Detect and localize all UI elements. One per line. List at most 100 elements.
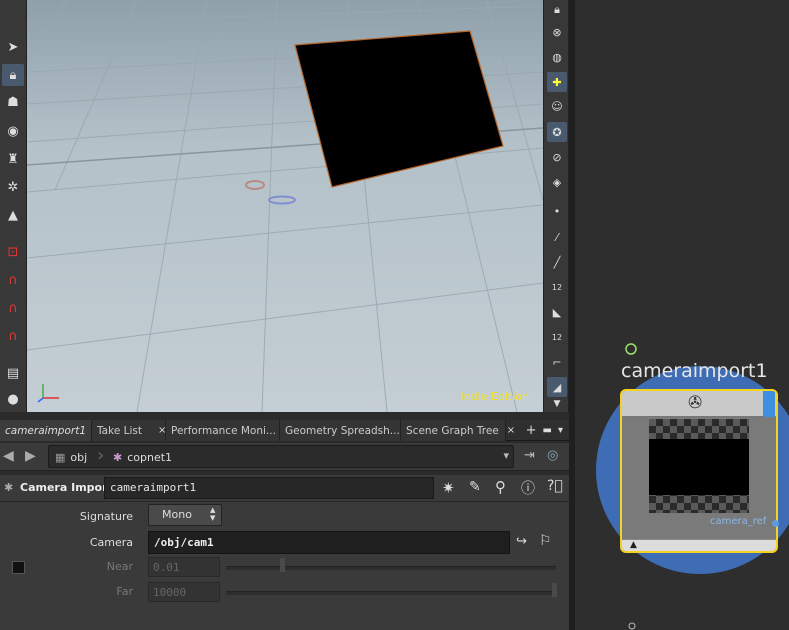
help-icon[interactable]: ?⃝ bbox=[547, 478, 563, 494]
parameter-header: ✱ Camera Import cameraimport1 ✷ ✎ ⚲ ⓘ ?⃝ bbox=[0, 475, 569, 502]
slider-handle[interactable] bbox=[552, 583, 557, 597]
scroll-down-icon[interactable]: ▼ bbox=[547, 398, 567, 410]
output-label: camera_ref bbox=[710, 516, 767, 527]
point-icon[interactable]: • bbox=[547, 201, 567, 221]
node-footer: ▲ bbox=[622, 539, 776, 551]
skeleton-icon[interactable]: ✲ bbox=[2, 176, 24, 198]
magnet-grab-icon[interactable]: ∩ bbox=[2, 297, 24, 319]
tab-take-list[interactable]: Take List × bbox=[92, 420, 166, 441]
scene-viewport[interactable]: Indie Edition bbox=[27, 0, 543, 412]
node-type-icon: ✱ bbox=[4, 481, 14, 494]
slider-handle[interactable] bbox=[280, 558, 285, 572]
near-label: Near bbox=[106, 560, 133, 573]
network-editor[interactable]: cameraimport1 ✇ ▲ camera_ref bbox=[575, 0, 789, 630]
magnet-drag-icon[interactable]: ⊡ bbox=[2, 241, 24, 263]
camera-image-plane bbox=[294, 30, 504, 188]
tab-cameraimport1[interactable]: cameraimport1× bbox=[0, 420, 102, 441]
path-dropdown-icon[interactable]: ▾ bbox=[503, 449, 509, 462]
ghost-icon[interactable]: ☺ bbox=[547, 96, 567, 116]
pane-menu-icon[interactable]: ▾ bbox=[558, 425, 563, 436]
wire-dot bbox=[628, 622, 636, 630]
operator-chooser-icon[interactable]: ⚐ bbox=[539, 533, 552, 549]
angle-icon[interactable]: ⌐ bbox=[547, 352, 567, 372]
info-icon[interactable]: ⓘ bbox=[521, 478, 535, 498]
output-connector[interactable] bbox=[772, 520, 779, 527]
parameter-panel: Signature Mono ▲▼ Camera /obj/cam1 ↪ ⚐ Ne… bbox=[0, 502, 569, 630]
close-icon[interactable]: × bbox=[507, 425, 515, 436]
paint-icon[interactable]: ♜ bbox=[2, 148, 24, 170]
select-arrow-icon[interactable]: ➤ bbox=[2, 36, 24, 58]
display-flag[interactable] bbox=[763, 391, 775, 417]
lock-icon[interactable]: 🔒︎ bbox=[2, 64, 24, 86]
houdini-window: ➤ 🔒︎ ☗ ◉ ♜ ✲ ▲ ⊡ ∩ ∩ ∩ ▤ ● Indie Edition… bbox=[0, 0, 789, 630]
camera-snapshot-icon[interactable]: ◈ bbox=[547, 172, 567, 192]
cameraimport-node[interactable]: ✇ ▲ bbox=[620, 389, 778, 553]
hand-icon[interactable]: ◣ bbox=[547, 302, 567, 322]
crumb-separator: › bbox=[97, 445, 105, 466]
add-tab-icon[interactable]: + bbox=[526, 423, 537, 438]
tab-performance-monitor[interactable]: Performance Moni...× bbox=[166, 420, 292, 441]
left-tool-shelf: ➤ 🔒︎ ☗ ◉ ♜ ✲ ▲ ⊡ ∩ ∩ ∩ ▤ ● bbox=[0, 0, 27, 412]
far-slider[interactable] bbox=[226, 583, 557, 597]
translate-icon[interactable]: ▲ bbox=[2, 204, 24, 226]
tab-geometry-spreadsheet[interactable]: Geometry Spreadsh...× bbox=[280, 420, 416, 441]
jump-to-operator-icon[interactable]: ↪ bbox=[516, 534, 527, 549]
indie-edition-watermark: Indie Edition bbox=[460, 390, 529, 403]
wire-icon[interactable]: ⊘ bbox=[547, 147, 567, 167]
far-label: Far bbox=[116, 585, 133, 598]
axis-gizmo bbox=[37, 384, 59, 403]
forward-arrow-icon[interactable]: ▶ bbox=[25, 448, 36, 464]
crumb-copnet1[interactable]: ✱ copnet1 bbox=[113, 448, 172, 467]
clipboard-icon[interactable]: ▤ bbox=[2, 362, 24, 384]
target-icon[interactable]: ⊗ bbox=[547, 22, 567, 42]
clock-icon bbox=[625, 343, 637, 355]
pose-icon[interactable]: ☗ bbox=[2, 91, 24, 113]
camera-handle-icon[interactable]: ◉ bbox=[2, 120, 24, 142]
gear-icon[interactable]: ✷ bbox=[442, 479, 455, 497]
network-icon: ▦ bbox=[55, 451, 66, 464]
camera-marker-a bbox=[245, 180, 265, 190]
num-12-icon[interactable]: 12 bbox=[547, 277, 567, 297]
node-name-field[interactable]: cameraimport1 bbox=[104, 477, 434, 499]
tab-tools: + ▬ ▾ bbox=[526, 420, 569, 441]
near-slider[interactable] bbox=[226, 558, 556, 572]
pane-tab-bar: cameraimport1× Take List× Performance Mo… bbox=[0, 420, 569, 441]
magnet-icon[interactable]: ∩ bbox=[2, 325, 24, 347]
lock-icon[interactable]: 🔒︎ bbox=[547, 0, 567, 20]
window-icon[interactable]: ▬ bbox=[543, 425, 552, 436]
search-icon[interactable]: ⚲ bbox=[495, 478, 506, 496]
num-12b-icon[interactable]: 12 bbox=[547, 327, 567, 347]
signature-menu[interactable]: Mono ▲▼ bbox=[148, 504, 222, 526]
pen-icon[interactable]: ⁄ bbox=[547, 227, 567, 247]
sphere-display-icon[interactable]: ◍ bbox=[547, 47, 567, 67]
sphere-icon[interactable]: ● bbox=[2, 388, 24, 410]
path-bar: ◀ ▶ ▦ obj › ✱ copnet1 ▾ ⇥ ◎ bbox=[0, 443, 569, 471]
near-field[interactable]: 0.01 bbox=[148, 557, 220, 577]
pin-icon[interactable]: ⇥ bbox=[524, 448, 535, 463]
camera-path-field[interactable]: /obj/cam1 bbox=[148, 531, 510, 554]
camera-reel-icon: ✇ bbox=[688, 393, 703, 413]
needle-icon[interactable]: ╱ bbox=[547, 252, 567, 272]
flag-up-icon[interactable]: ▲ bbox=[630, 540, 637, 550]
near-far-checkbox[interactable] bbox=[12, 561, 25, 574]
back-arrow-icon[interactable]: ◀ bbox=[3, 448, 14, 464]
camera-icon[interactable]: ✪ bbox=[547, 122, 567, 142]
right-tool-shelf: 🔒︎ ⊗ ◍ ✚ ☺ ✪ ⊘ ◈ • ⁄ ╱ 12 ◣ 12 ⌐ ◢ ▼ bbox=[543, 0, 569, 412]
camera-label: Camera bbox=[89, 536, 133, 549]
crumb-obj[interactable]: ▦ obj bbox=[55, 448, 87, 467]
viewport-grid bbox=[27, 0, 543, 412]
node-type-label: Camera Import bbox=[20, 481, 113, 494]
menu-arrows-icon: ▲▼ bbox=[210, 506, 216, 522]
quickview-icon[interactable]: ◢ bbox=[547, 377, 567, 397]
tab-scene-graph-tree[interactable]: Scene Graph Tree × bbox=[401, 420, 515, 441]
signature-label: Signature bbox=[79, 510, 133, 523]
link-icon[interactable]: ◎ bbox=[547, 448, 558, 463]
magnet-curve-icon[interactable]: ∩ bbox=[2, 269, 24, 291]
brush-icon[interactable]: ✎ bbox=[469, 479, 481, 495]
node-thumbnail bbox=[649, 419, 749, 513]
cop-network-icon: ✱ bbox=[113, 451, 123, 464]
node-title: cameraimport1 bbox=[621, 360, 768, 382]
far-field[interactable]: 10000 bbox=[148, 582, 220, 602]
path-breadcrumb: ▦ obj › ✱ copnet1 ▾ bbox=[48, 445, 514, 468]
light-bulb-icon[interactable]: ✚ bbox=[547, 72, 567, 92]
